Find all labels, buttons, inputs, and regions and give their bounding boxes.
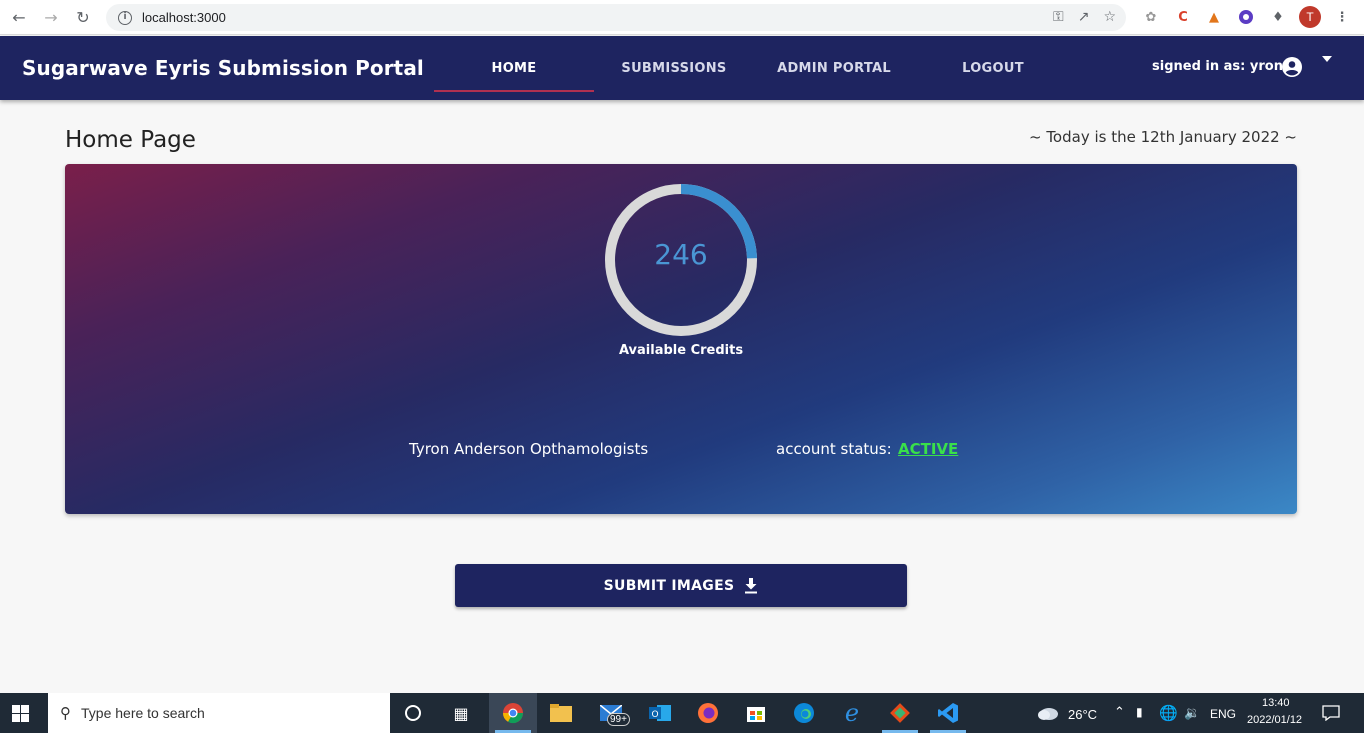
app-title: Sugarwave Eyris Submission Portal bbox=[22, 56, 424, 80]
credits-label: Available Credits bbox=[618, 343, 744, 358]
svg-text:O: O bbox=[651, 710, 658, 720]
app-header: Sugarwave Eyris Submission Portal HOME S… bbox=[0, 36, 1364, 100]
tab-home[interactable]: HOME bbox=[434, 36, 594, 100]
battery-icon[interactable]: ▮ bbox=[1136, 705, 1143, 719]
key-icon[interactable]: ⚿ bbox=[1053, 9, 1064, 25]
network-globe-icon[interactable]: 🌐 bbox=[1159, 704, 1178, 722]
address-bar-url: localhost:3000 bbox=[142, 10, 226, 25]
user-menu-dropdown-icon[interactable] bbox=[1322, 56, 1332, 62]
download-icon bbox=[745, 577, 758, 593]
address-bar[interactable]: i localhost:3000 ⚿ ↗ ☆ bbox=[106, 4, 1126, 31]
windows-start-icon[interactable] bbox=[12, 705, 29, 722]
notifications-icon[interactable] bbox=[1318, 700, 1344, 726]
taskbar: ⚲ Type here to search ▦ 99+ O e 26°C ⌃ ▮… bbox=[0, 693, 1364, 733]
forward-arrow-icon[interactable]: → bbox=[40, 6, 62, 28]
mail-badge: 99+ bbox=[607, 713, 630, 726]
credits-card: 246 Available Credits Tyron Anderson Opt… bbox=[65, 164, 1297, 514]
organization-name: Tyron Anderson Opthamologists bbox=[409, 440, 649, 458]
reload-icon[interactable]: ↻ bbox=[72, 6, 94, 28]
taskbar-search-input[interactable]: ⚲ Type here to search bbox=[48, 693, 390, 733]
back-arrow-icon[interactable]: ← bbox=[8, 6, 30, 28]
account-circle-icon[interactable] bbox=[1281, 56, 1303, 78]
edge-icon[interactable] bbox=[791, 700, 817, 726]
clock-time[interactable]: 13:40 bbox=[1262, 697, 1290, 709]
metamask-fox-icon[interactable]: ▲ bbox=[1204, 7, 1224, 27]
search-icon: ⚲ bbox=[60, 704, 71, 722]
bookmark-star-icon[interactable]: ☆ bbox=[1103, 9, 1116, 25]
outlook-icon[interactable]: O bbox=[647, 700, 673, 726]
kebab-menu-icon[interactable]: ⋮ bbox=[1332, 7, 1352, 27]
signed-in-label: signed in as: yron bbox=[1152, 59, 1283, 74]
weather-temperature: 26°C bbox=[1068, 707, 1098, 722]
extension-c-icon[interactable]: C bbox=[1173, 7, 1193, 27]
cortana-icon[interactable] bbox=[400, 700, 426, 726]
file-explorer-icon[interactable] bbox=[548, 700, 574, 726]
submit-images-label: SUBMIT IMAGES bbox=[603, 577, 735, 594]
show-hidden-icons-chevron-icon[interactable]: ⌃ bbox=[1114, 704, 1125, 720]
input-language[interactable]: ENG bbox=[1210, 707, 1236, 721]
site-info-icon[interactable]: i bbox=[118, 10, 132, 25]
internet-explorer-icon[interactable]: e bbox=[839, 699, 865, 727]
extensions-puzzle-icon[interactable]: ♦ bbox=[1268, 7, 1288, 27]
extension-gear-icon[interactable]: ✿ bbox=[1141, 7, 1161, 27]
page-title: Home Page bbox=[65, 127, 196, 153]
submit-images-button[interactable]: SUBMIT IMAGES bbox=[455, 564, 907, 607]
profile-avatar[interactable]: T bbox=[1299, 6, 1321, 28]
volume-icon[interactable]: 🔉 bbox=[1184, 705, 1200, 721]
tab-submissions[interactable]: SUBMISSIONS bbox=[594, 36, 754, 100]
chrome-icon[interactable] bbox=[500, 700, 526, 726]
task-view-icon[interactable]: ▦ bbox=[448, 700, 474, 726]
weather-cloud-icon[interactable] bbox=[1035, 700, 1061, 726]
microsoft-store-icon[interactable] bbox=[743, 700, 769, 726]
vscode-icon[interactable] bbox=[935, 700, 961, 726]
credits-value: 246 bbox=[654, 238, 708, 271]
clock-date[interactable]: 2022/01/12 bbox=[1247, 714, 1302, 726]
firefox-icon[interactable] bbox=[695, 700, 721, 726]
account-status-label: account status: bbox=[776, 440, 892, 458]
tab-admin-portal[interactable]: ADMIN PORTAL bbox=[754, 36, 914, 100]
account-status-value[interactable]: ACTIVE bbox=[898, 440, 958, 458]
extension-circle-icon[interactable] bbox=[1236, 7, 1256, 27]
share-icon[interactable]: ↗ bbox=[1078, 9, 1090, 25]
today-date: ~ Today is the 12th January 2022 ~ bbox=[1028, 128, 1297, 146]
browser-toolbar: ← → ↻ i localhost:3000 ⚿ ↗ ☆ ✿ C ▲ ♦ T ⋮ bbox=[0, 0, 1364, 35]
git-kraken-icon[interactable] bbox=[887, 700, 913, 726]
tab-logout[interactable]: LOGOUT bbox=[913, 36, 1073, 100]
taskbar-search-placeholder: Type here to search bbox=[81, 705, 205, 721]
